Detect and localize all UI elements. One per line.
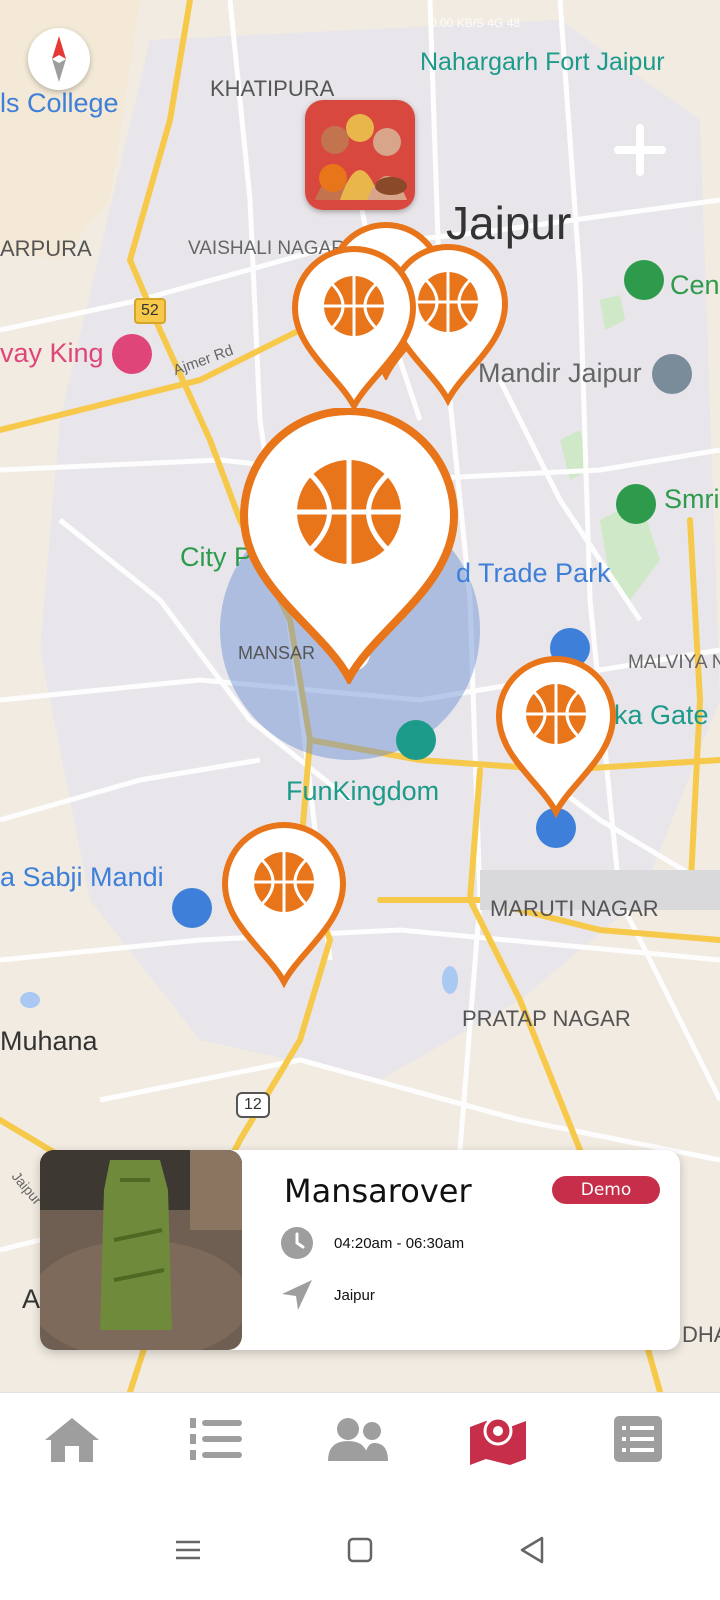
basketball-pin-5[interactable] — [220, 820, 348, 988]
basketball-pin-selected[interactable] — [238, 408, 460, 684]
amusement-icon — [396, 720, 436, 760]
temple-icon — [652, 354, 692, 394]
basketball-marker-icon — [239, 408, 459, 684]
system-navigation-bar — [0, 1492, 720, 1600]
system-home-button[interactable] — [340, 1530, 380, 1570]
time-row: 04:20am - 06:30am — [280, 1226, 464, 1260]
map-label-malviya: MALVIYA N — [628, 652, 720, 673]
map-label-smri: Smri — [664, 484, 720, 514]
nav-map[interactable] — [466, 1411, 530, 1467]
system-menu-button[interactable] — [168, 1530, 208, 1570]
highway-52-shield: 52 — [134, 298, 166, 324]
list-icon — [614, 1416, 662, 1462]
map-label-funkingdom: FunKingdom — [286, 776, 440, 806]
home-icon — [45, 1418, 99, 1462]
time-text: 04:20am - 06:30am — [334, 1234, 465, 1252]
plus-icon — [614, 124, 666, 176]
navigation-arrow-icon — [282, 1280, 312, 1310]
menu-icon — [176, 1540, 200, 1560]
sports-logo-icon — [305, 100, 415, 210]
bottom-navigation — [0, 1392, 720, 1493]
address-row: Jaipur — [280, 1278, 375, 1312]
cart-icon — [172, 888, 212, 928]
nav-people[interactable] — [326, 1411, 390, 1467]
map-label-khatipura: KHATIPURA — [210, 76, 335, 101]
demo-badge: Demo — [552, 1176, 660, 1204]
status-bar-text: 0.00 KB/S 4G 48 — [430, 16, 521, 30]
system-back-button[interactable] — [512, 1530, 552, 1570]
basketball-marker-icon — [221, 822, 347, 988]
map-label-way-king: vay King — [0, 338, 104, 368]
hotel-icon — [112, 334, 152, 374]
address-text: Jaipur — [334, 1286, 375, 1304]
compass-button[interactable] — [28, 28, 90, 90]
basketball-marker-icon — [495, 656, 617, 818]
nav-rankings[interactable] — [184, 1411, 248, 1467]
basketball-pin-3[interactable] — [290, 244, 418, 412]
map-label-a: A — [22, 1284, 41, 1314]
map-label-sabji-mandi: a Sabji Mandi — [0, 862, 164, 892]
app-logo[interactable] — [305, 100, 415, 210]
ranked-list-icon — [190, 1418, 242, 1460]
basketball-marker-icon — [291, 246, 417, 412]
map-label-college: ls College — [0, 88, 119, 118]
map-label-dha: DHA — [682, 1322, 720, 1347]
compass-icon — [52, 36, 66, 82]
map-label-muhana: Muhana — [0, 1026, 98, 1056]
map-label-maruti-nagar: MARUTI NAGAR — [490, 896, 659, 921]
park-icon-2 — [616, 484, 656, 524]
map-label-nahargarh: Nahargarh Fort Jaipur — [420, 48, 665, 76]
basketball-pin-4[interactable] — [494, 654, 618, 818]
users-icon — [328, 1418, 388, 1461]
nav-list[interactable] — [606, 1411, 670, 1467]
back-icon — [520, 1536, 544, 1564]
map-label-trade-park: d Trade Park — [456, 558, 611, 588]
map-label-arpura: ARPURA — [0, 236, 92, 261]
nav-home[interactable] — [40, 1411, 104, 1467]
location-photo — [40, 1150, 242, 1350]
map-marker-icon — [470, 1416, 526, 1465]
map-label-cen: Cen — [670, 270, 720, 300]
map-label-ka-gate: ka Gate — [614, 700, 709, 730]
zoom-in-button[interactable] — [612, 122, 668, 178]
clock-icon — [281, 1227, 313, 1259]
location-card[interactable]: Mansarover Demo 04:20am - 06:30am Jaipur — [40, 1150, 680, 1350]
location-title: Mansarover — [284, 1172, 472, 1210]
highway-12-shield: 12 — [236, 1092, 270, 1118]
map-label-pratap-nagar: PRATAP NAGAR — [462, 1006, 631, 1031]
home-square-icon — [347, 1537, 373, 1563]
park-icon — [624, 260, 664, 300]
